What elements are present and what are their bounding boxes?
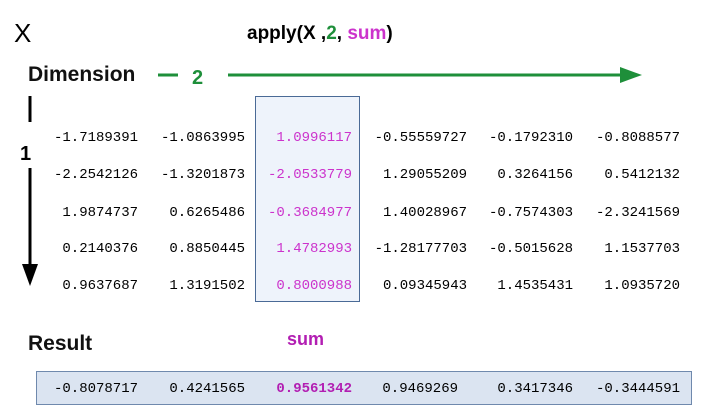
matrix-cell: -2.3241569 (595, 205, 680, 221)
matrix-cell: 1.4782993 (267, 241, 352, 257)
sum-label: sum (287, 329, 325, 349)
matrix-cell: 1.40028967 (374, 205, 467, 221)
matrix-cell: 1.1537703 (595, 241, 680, 257)
matrix-cell: -1.28177703 (374, 241, 467, 257)
matrix-cell: 0.8850445 (160, 241, 245, 257)
matrix-cell: -1.3201873 (160, 167, 245, 183)
matrix-cell: 0.9637687 (53, 278, 138, 294)
matrix-cell: -0.55559727 (374, 130, 467, 146)
matrix-cell: -2.2542126 (53, 167, 138, 183)
matrix-cell: 1.9874737 (53, 205, 138, 221)
matrix-cell: 1.3191502 (160, 278, 245, 294)
result-label: Result (28, 332, 93, 355)
result-cell: 0.3417346 (488, 381, 573, 397)
green-arrow-head (620, 67, 642, 83)
matrix-cell: 1.0996117 (267, 130, 352, 146)
result-cell: -0.8078717 (53, 381, 138, 397)
matrix-cell: 0.8000988 (267, 278, 352, 294)
matrix-cell: -0.5015628 (488, 241, 573, 257)
matrix-cell: 0.2140376 (53, 241, 138, 257)
matrix-cell: -1.7189391 (53, 130, 138, 146)
result-cell: 0.9469269 (373, 381, 458, 397)
matrix-cell: 1.29055209 (374, 167, 467, 183)
matrix-cell: 0.5412132 (595, 167, 680, 183)
matrix-cell: -0.3684977 (267, 205, 352, 221)
matrix-cell: 1.0935720 (595, 278, 680, 294)
matrix-cell: -0.7574303 (488, 205, 573, 221)
result-cell: 0.9561342 (267, 381, 352, 397)
matrix-cell: -0.8088577 (595, 130, 680, 146)
matrix-cell: 1.4535431 (488, 278, 573, 294)
matrix-cell: -2.0533779 (267, 167, 352, 183)
matrix-cell: 0.09345943 (374, 278, 467, 294)
matrix-cell: 0.6265486 (160, 205, 245, 221)
matrix-cell: -0.1792310 (488, 130, 573, 146)
matrix-cell: -1.0863995 (160, 130, 245, 146)
result-cell: 0.4241565 (160, 381, 245, 397)
black-arrow-head (22, 264, 38, 286)
result-cell: -0.3444591 (595, 381, 680, 397)
matrix-cell: 0.3264156 (488, 167, 573, 183)
